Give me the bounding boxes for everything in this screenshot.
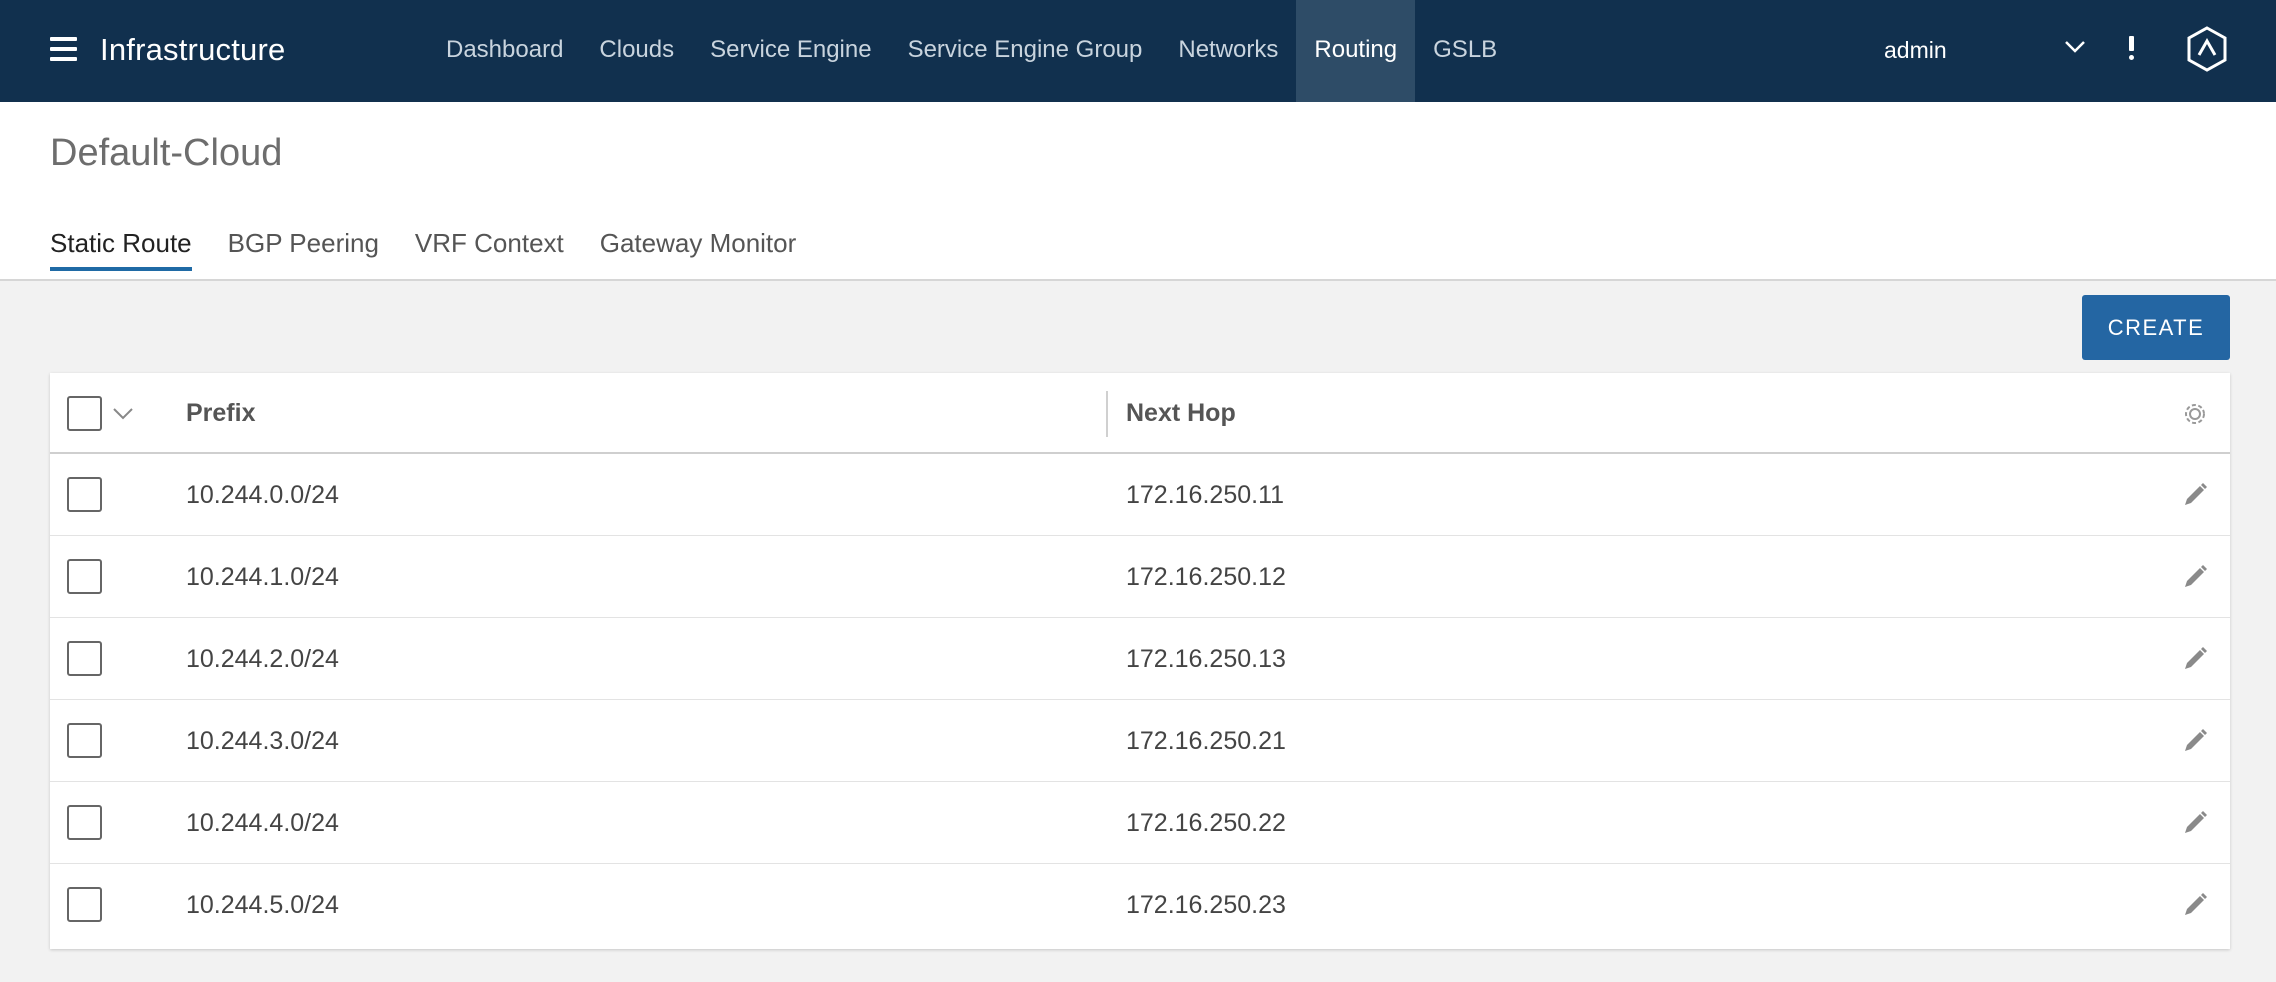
tab-bar: Static Route BGP Peering VRF Context Gat… xyxy=(50,228,832,271)
next-hop-cell: 172.16.250.12 xyxy=(1126,563,1286,591)
table-row[interactable]: 10.244.5.0/24 172.16.250.23 xyxy=(50,864,2230,946)
prefix-cell: 10.244.5.0/24 xyxy=(186,891,339,919)
tab-static-route[interactable]: Static Route xyxy=(50,228,192,271)
table-row[interactable]: 10.244.0.0/24 172.16.250.11 xyxy=(50,454,2230,536)
next-hop-cell: 172.16.250.21 xyxy=(1126,727,1286,755)
next-hop-cell: 172.16.250.11 xyxy=(1126,481,1285,509)
nav-networks[interactable]: Networks xyxy=(1160,0,1296,102)
tab-bgp-peering[interactable]: BGP Peering xyxy=(228,228,379,271)
prefix-cell: 10.244.3.0/24 xyxy=(186,727,339,755)
top-navbar: Infrastructure Dashboard Clouds Service … xyxy=(0,0,2276,102)
edit-icon[interactable] xyxy=(2180,726,2210,756)
table-row[interactable]: 10.244.1.0/24 172.16.250.12 xyxy=(50,536,2230,618)
chevron-down-icon[interactable] xyxy=(2064,40,2086,54)
chevron-down-icon[interactable] xyxy=(112,407,134,421)
table-row[interactable]: 10.244.2.0/24 172.16.250.13 xyxy=(50,618,2230,700)
table-header: Prefix Next Hop xyxy=(50,373,2230,454)
nav-routing[interactable]: Routing xyxy=(1296,0,1416,102)
column-divider[interactable] xyxy=(1106,391,1108,437)
next-hop-cell: 172.16.250.13 xyxy=(1126,645,1286,673)
edit-icon[interactable] xyxy=(2180,808,2210,838)
column-header-next-hop[interactable]: Next Hop xyxy=(1126,373,1236,453)
row-checkbox[interactable] xyxy=(67,559,102,594)
edit-icon[interactable] xyxy=(2180,480,2210,510)
row-checkbox[interactable] xyxy=(67,723,102,758)
user-name[interactable]: admin xyxy=(1884,0,1947,100)
edit-icon[interactable] xyxy=(2180,890,2210,920)
edit-icon[interactable] xyxy=(2180,644,2210,674)
next-hop-cell: 172.16.250.23 xyxy=(1126,891,1286,919)
app-title: Infrastructure xyxy=(100,32,286,67)
tab-vrf-context[interactable]: VRF Context xyxy=(415,228,564,271)
row-checkbox[interactable] xyxy=(67,641,102,676)
tab-gateway-monitor[interactable]: Gateway Monitor xyxy=(600,228,797,271)
nav-gslb[interactable]: GSLB xyxy=(1415,0,1515,102)
logo-icon[interactable] xyxy=(2186,26,2228,72)
nav-service-engine[interactable]: Service Engine xyxy=(692,0,889,102)
table-row[interactable]: 10.244.4.0/24 172.16.250.22 xyxy=(50,782,2230,864)
alert-icon[interactable] xyxy=(2126,36,2136,62)
create-button[interactable]: CREATE xyxy=(2082,295,2230,360)
edit-icon[interactable] xyxy=(2180,562,2210,592)
menu-icon[interactable] xyxy=(50,37,77,61)
gear-icon[interactable] xyxy=(2180,399,2210,429)
static-route-table: Prefix Next Hop 10.244.0.0/24 172.16.250… xyxy=(50,373,2230,949)
page-title: Default-Cloud xyxy=(50,132,283,174)
nav-service-engine-group[interactable]: Service Engine Group xyxy=(890,0,1161,102)
prefix-cell: 10.244.4.0/24 xyxy=(186,809,339,837)
page-header: Default-Cloud Static Route BGP Peering V… xyxy=(0,102,2276,281)
row-checkbox[interactable] xyxy=(67,887,102,922)
next-hop-cell: 172.16.250.22 xyxy=(1126,809,1286,837)
nav-dashboard[interactable]: Dashboard xyxy=(428,0,581,102)
prefix-cell: 10.244.1.0/24 xyxy=(186,563,339,591)
select-all-checkbox[interactable] xyxy=(67,396,102,431)
column-header-prefix[interactable]: Prefix xyxy=(186,373,255,453)
main-nav: Dashboard Clouds Service Engine Service … xyxy=(428,0,1515,102)
row-checkbox[interactable] xyxy=(67,805,102,840)
row-checkbox[interactable] xyxy=(67,477,102,512)
table-row[interactable]: 10.244.3.0/24 172.16.250.21 xyxy=(50,700,2230,782)
prefix-cell: 10.244.0.0/24 xyxy=(186,481,339,509)
prefix-cell: 10.244.2.0/24 xyxy=(186,645,339,673)
nav-clouds[interactable]: Clouds xyxy=(581,0,692,102)
